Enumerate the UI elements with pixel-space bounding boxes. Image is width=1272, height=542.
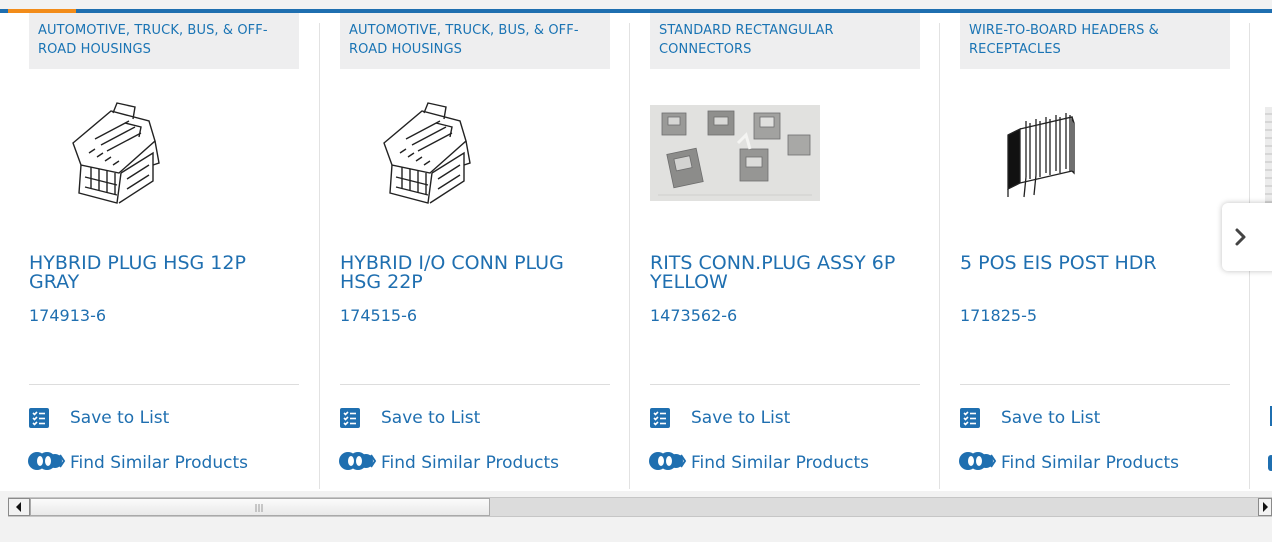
- divider: [29, 384, 299, 385]
- find-similar-products-button[interactable]: Find Similar Products: [647, 450, 869, 476]
- product-title-link[interactable]: HYBRID PLUG HSG 12P GRAY: [29, 254, 299, 292]
- scroll-left-button[interactable]: [8, 498, 30, 516]
- part-number-link[interactable]: 1473562-6: [650, 306, 737, 325]
- product-image[interactable]: [960, 93, 1160, 213]
- arrow-right-icon: [1263, 502, 1268, 512]
- grip-icon: [255, 504, 263, 512]
- save-to-list-label: Save to List: [1001, 408, 1101, 428]
- divider: [960, 384, 1230, 385]
- save-to-list-label: Save to List: [381, 408, 481, 428]
- similar-products-icon: [647, 448, 687, 478]
- save-to-list-label: Save to List: [691, 408, 791, 428]
- part-number-link[interactable]: 174515-6: [340, 306, 417, 325]
- horizontal-scrollbar[interactable]: [8, 497, 1272, 517]
- find-similar-products-button[interactable]: Find Similar Products: [957, 450, 1179, 476]
- product-card: AUTOMOTIVE, TRUCK, BUS, & OFF-ROAD HOUSI…: [311, 13, 621, 491]
- find-similar-products-label: Find Similar Products: [70, 453, 248, 473]
- similar-products-icon: [1268, 455, 1272, 471]
- product-image[interactable]: [29, 93, 229, 213]
- category-tag[interactable]: WIRE-TO-BOARD HEADERS & RECEPTACLES: [960, 13, 1230, 69]
- find-similar-products-button[interactable]: Find Similar Products: [337, 450, 559, 476]
- save-to-list-button[interactable]: Save to List: [340, 406, 480, 430]
- product-image: [1265, 107, 1272, 207]
- connector-housing-drawing-icon: [383, 102, 471, 204]
- product-title-link[interactable]: 5 POS EIS POST HDR: [960, 254, 1230, 273]
- save-to-list-button[interactable]: Save to List: [29, 406, 169, 430]
- category-tag[interactable]: STANDARD RECTANGULAR CONNECTORS: [650, 13, 920, 69]
- save-to-list-button[interactable]: Save to List: [960, 406, 1100, 430]
- category-tag[interactable]: AUTOMOTIVE, TRUCK, BUS, & OFF-ROAD HOUSI…: [340, 13, 610, 69]
- product-card: STANDARD RECTANGULAR CONNECTORS RITS CON…: [621, 13, 931, 491]
- checklist-icon: [960, 408, 980, 428]
- product-carousel: AUTOMOTIVE, TRUCK, BUS, & OFF-ROAD HOUSI…: [0, 13, 1272, 491]
- find-similar-products-label: Find Similar Products: [691, 453, 869, 473]
- arrow-left-icon: [16, 502, 21, 512]
- find-similar-products-label: Find Similar Products: [381, 453, 559, 473]
- connector-housing-drawing-icon: [72, 102, 160, 204]
- product-image[interactable]: [650, 105, 820, 201]
- checklist-icon: [650, 408, 670, 428]
- product-card: WIRE-TO-BOARD HEADERS & RECEPTACLES 5 PO…: [931, 13, 1241, 491]
- similar-products-icon: [957, 448, 997, 478]
- scroll-right-button[interactable]: [1258, 498, 1272, 516]
- product-title-link[interactable]: RITS CONN.PLUG ASSY 6P YELLOW: [650, 254, 920, 292]
- checklist-icon: [340, 408, 360, 428]
- product-card: AUTOMOTIVE, TRUCK, BUS, & OFF-ROAD HOUSI…: [0, 13, 310, 491]
- scroll-thumb[interactable]: [30, 498, 490, 516]
- find-similar-products-label: Find Similar Products: [1001, 453, 1179, 473]
- product-image[interactable]: [340, 93, 540, 213]
- carousel-next-button[interactable]: [1222, 203, 1272, 271]
- save-to-list-button[interactable]: Save to List: [650, 406, 790, 430]
- product-carousel-page: AUTOMOTIVE, TRUCK, BUS, & OFF-ROAD HOUSI…: [0, 0, 1272, 542]
- save-to-list-label: Save to List: [70, 408, 170, 428]
- divider: [340, 384, 610, 385]
- similar-products-icon: [337, 448, 377, 478]
- product-title-link[interactable]: HYBRID I/O CONN PLUG HSG 22P: [340, 254, 610, 292]
- find-similar-products-button[interactable]: Find Similar Products: [26, 450, 248, 476]
- similar-products-icon: [26, 448, 66, 478]
- checklist-icon: [29, 408, 49, 428]
- category-tag[interactable]: AUTOMOTIVE, TRUCK, BUS, & OFF-ROAD HOUSI…: [29, 13, 299, 69]
- part-number-link[interactable]: 171825-5: [960, 306, 1037, 325]
- divider: [650, 384, 920, 385]
- pin-header-drawing-icon: [1007, 113, 1075, 198]
- chevron-right-icon: [1235, 228, 1246, 246]
- part-number-link[interactable]: 174913-6: [29, 306, 106, 325]
- connector-photo-icon: [650, 105, 820, 201]
